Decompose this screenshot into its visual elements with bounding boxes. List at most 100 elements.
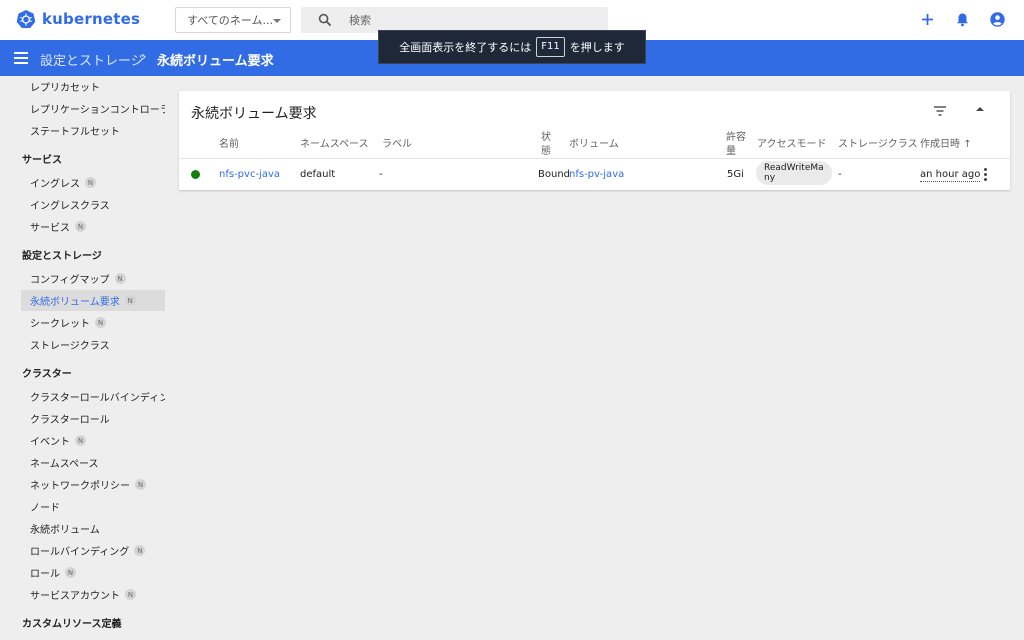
sidebar-section-crds[interactable]: カスタムリソース定義 [22, 615, 122, 630]
toast-suffix: を押します [569, 41, 625, 54]
breadcrumb-separator: › [141, 49, 147, 65]
column-header-storage-class[interactable]: ストレージクラス [838, 139, 918, 151]
sidebar-item-label: ネームスペース [30, 459, 99, 470]
sidebar-item-label: ロール [30, 569, 60, 580]
toast-key: F11 [536, 37, 565, 57]
cell-capacity: 5Gi [727, 169, 744, 180]
bell-icon[interactable] [954, 11, 971, 28]
sidebar-item-persistent-volumes[interactable]: 永続ボリューム [21, 518, 165, 539]
sidebar-item-label: ノード [30, 503, 60, 514]
sidebar-item-ingress-classes[interactable]: イングレスクラス [21, 194, 165, 215]
namespace-select-value: すべてのネーム... [187, 14, 273, 27]
column-header-labels: ラベル [382, 139, 412, 150]
filter-icon[interactable] [933, 105, 947, 117]
top-actions [919, 11, 1006, 28]
pvc-name-link[interactable]: nfs-pvc-java [219, 169, 280, 181]
namespaced-badge: N [125, 589, 136, 600]
sidebar-item-label: イベント [30, 437, 70, 448]
sidebar-item-label: 永続ボリューム [30, 525, 100, 536]
sidebar: レプリカセット レプリケーションコントローラー ステートフルセット サービス イ… [0, 76, 170, 640]
sidebar-item-label: イングレス [30, 179, 80, 190]
search-icon [318, 13, 332, 27]
column-header-namespace[interactable]: ネームスペース [300, 139, 369, 151]
pvc-list-card: 永続ボリューム要求 名前 ネームスペース ラベル 状 態 ボリューム 許容 量 … [179, 91, 1010, 190]
sidebar-item-network-policies[interactable]: ネットワークポリシー N [21, 474, 165, 495]
sidebar-item-ingresses[interactable]: イングレス N [21, 172, 165, 193]
sidebar-item-events[interactable]: イベント N [21, 430, 165, 451]
sidebar-item-label: サービスアカウント [30, 591, 120, 602]
cell-labels: - [379, 169, 383, 180]
column-header-status-line1: 状 [541, 132, 551, 143]
logo-text: kubernetes [42, 10, 141, 28]
sidebar-section-service: サービス [22, 155, 62, 166]
sidebar-item-label: ステートフルセット [30, 127, 120, 138]
sidebar-section-config-storage: 設定とストレージ [22, 251, 102, 262]
sidebar-item-label: クラスターロール [30, 415, 110, 426]
menu-icon[interactable] [14, 52, 28, 64]
sidebar-section-cluster: クラスター [22, 369, 72, 380]
sidebar-item-cluster-role-bindings[interactable]: クラスターロールバインディング [21, 386, 165, 407]
cell-storage-class: - [838, 169, 842, 180]
namespaced-badge: N [65, 567, 76, 578]
column-header-status-line2: 態 [541, 146, 551, 157]
breadcrumb-current: 永続ボリューム要求 [157, 54, 274, 69]
sidebar-item-configmaps[interactable]: コンフィグマップ N [21, 268, 165, 289]
sidebar-item-nodes[interactable]: ノード [21, 496, 165, 517]
namespaced-badge: N [75, 221, 86, 232]
cell-status: Bound [538, 169, 571, 180]
sidebar-item-label: ロールバインディング [30, 547, 130, 558]
sidebar-item-label: 永続ボリューム要求 [30, 297, 120, 308]
breadcrumb-parent[interactable]: 設定とストレージ [40, 50, 144, 69]
namespace-select[interactable]: すべてのネーム... [175, 7, 291, 33]
column-header-created[interactable]: 作成日時 ↑ [920, 139, 972, 151]
namespaced-badge: N [124, 295, 136, 306]
sidebar-item-label: コンフィグマップ [30, 275, 110, 286]
row-actions-menu-icon[interactable] [984, 168, 988, 182]
sidebar-item-statefulsets[interactable]: ステートフルセット [21, 120, 165, 141]
sidebar-item-services[interactable]: サービス N [21, 216, 165, 237]
cell-namespace: default [300, 169, 336, 180]
sidebar-item-label: レプリカセット [30, 83, 100, 94]
sidebar-item-roles[interactable]: ロール N [21, 562, 165, 583]
sidebar-item-storage-classes[interactable]: ストレージクラス [21, 334, 165, 355]
plus-icon[interactable] [919, 11, 936, 28]
sidebar-item-service-accounts[interactable]: サービスアカウント N [21, 584, 165, 605]
namespaced-badge: N [85, 177, 96, 188]
column-header-access-modes: アクセスモード [757, 139, 827, 150]
sort-arrow-up-icon: ↑ [963, 139, 972, 150]
sidebar-item-label: サービス [30, 223, 70, 234]
sidebar-item-label: シークレット [30, 319, 90, 330]
column-header-created-label: 作成日時 [920, 139, 960, 150]
kubernetes-icon [16, 10, 36, 28]
column-header-capacity-line1: 許容 [726, 132, 746, 143]
status-ok-icon [191, 170, 200, 179]
volume-link[interactable]: nfs-pv-java [569, 169, 624, 181]
sidebar-item-replication-controllers[interactable]: レプリケーションコントローラー [21, 98, 165, 119]
sidebar-item-label: ネットワークポリシー [30, 481, 130, 492]
namespaced-badge: N [75, 435, 86, 446]
collapse-icon[interactable] [976, 107, 984, 111]
column-header-capacity-line2: 量 [726, 146, 736, 157]
sidebar-item-cluster-roles[interactable]: クラスターロール [21, 408, 165, 429]
sidebar-item-pvcs[interactable]: 永続ボリューム要求 N [21, 290, 165, 311]
search-input[interactable] [349, 11, 599, 29]
column-header-name[interactable]: 名前 [219, 139, 239, 151]
sidebar-item-secrets[interactable]: シークレット N [21, 312, 165, 333]
fullscreen-toast: 全画面表示を終了するには F11 を押します [378, 30, 646, 64]
account-icon[interactable] [989, 11, 1006, 28]
sidebar-item-label: ストレージクラス [30, 341, 110, 352]
table-row-divider [179, 158, 1010, 159]
sidebar-item-label: イングレスクラス [30, 201, 110, 212]
toast-prefix: 全画面表示を終了するには [399, 41, 532, 54]
kubernetes-logo[interactable]: kubernetes [16, 9, 140, 29]
sidebar-item-role-bindings[interactable]: ロールバインディング N [21, 540, 165, 561]
access-mode-chip: ReadWriteMany [756, 161, 832, 185]
caret-down-icon [273, 19, 281, 23]
namespaced-badge: N [134, 545, 146, 556]
sidebar-item-replicasets[interactable]: レプリカセット [21, 76, 165, 97]
sidebar-item-namespaces[interactable]: ネームスペース [21, 452, 165, 473]
column-header-volume: ボリューム [569, 139, 619, 150]
sidebar-item-label: レプリケーションコントローラー [30, 105, 165, 116]
sidebar-item-label: クラスターロールバインディング [30, 393, 165, 404]
card-title: 永続ボリューム要求 [191, 106, 317, 122]
